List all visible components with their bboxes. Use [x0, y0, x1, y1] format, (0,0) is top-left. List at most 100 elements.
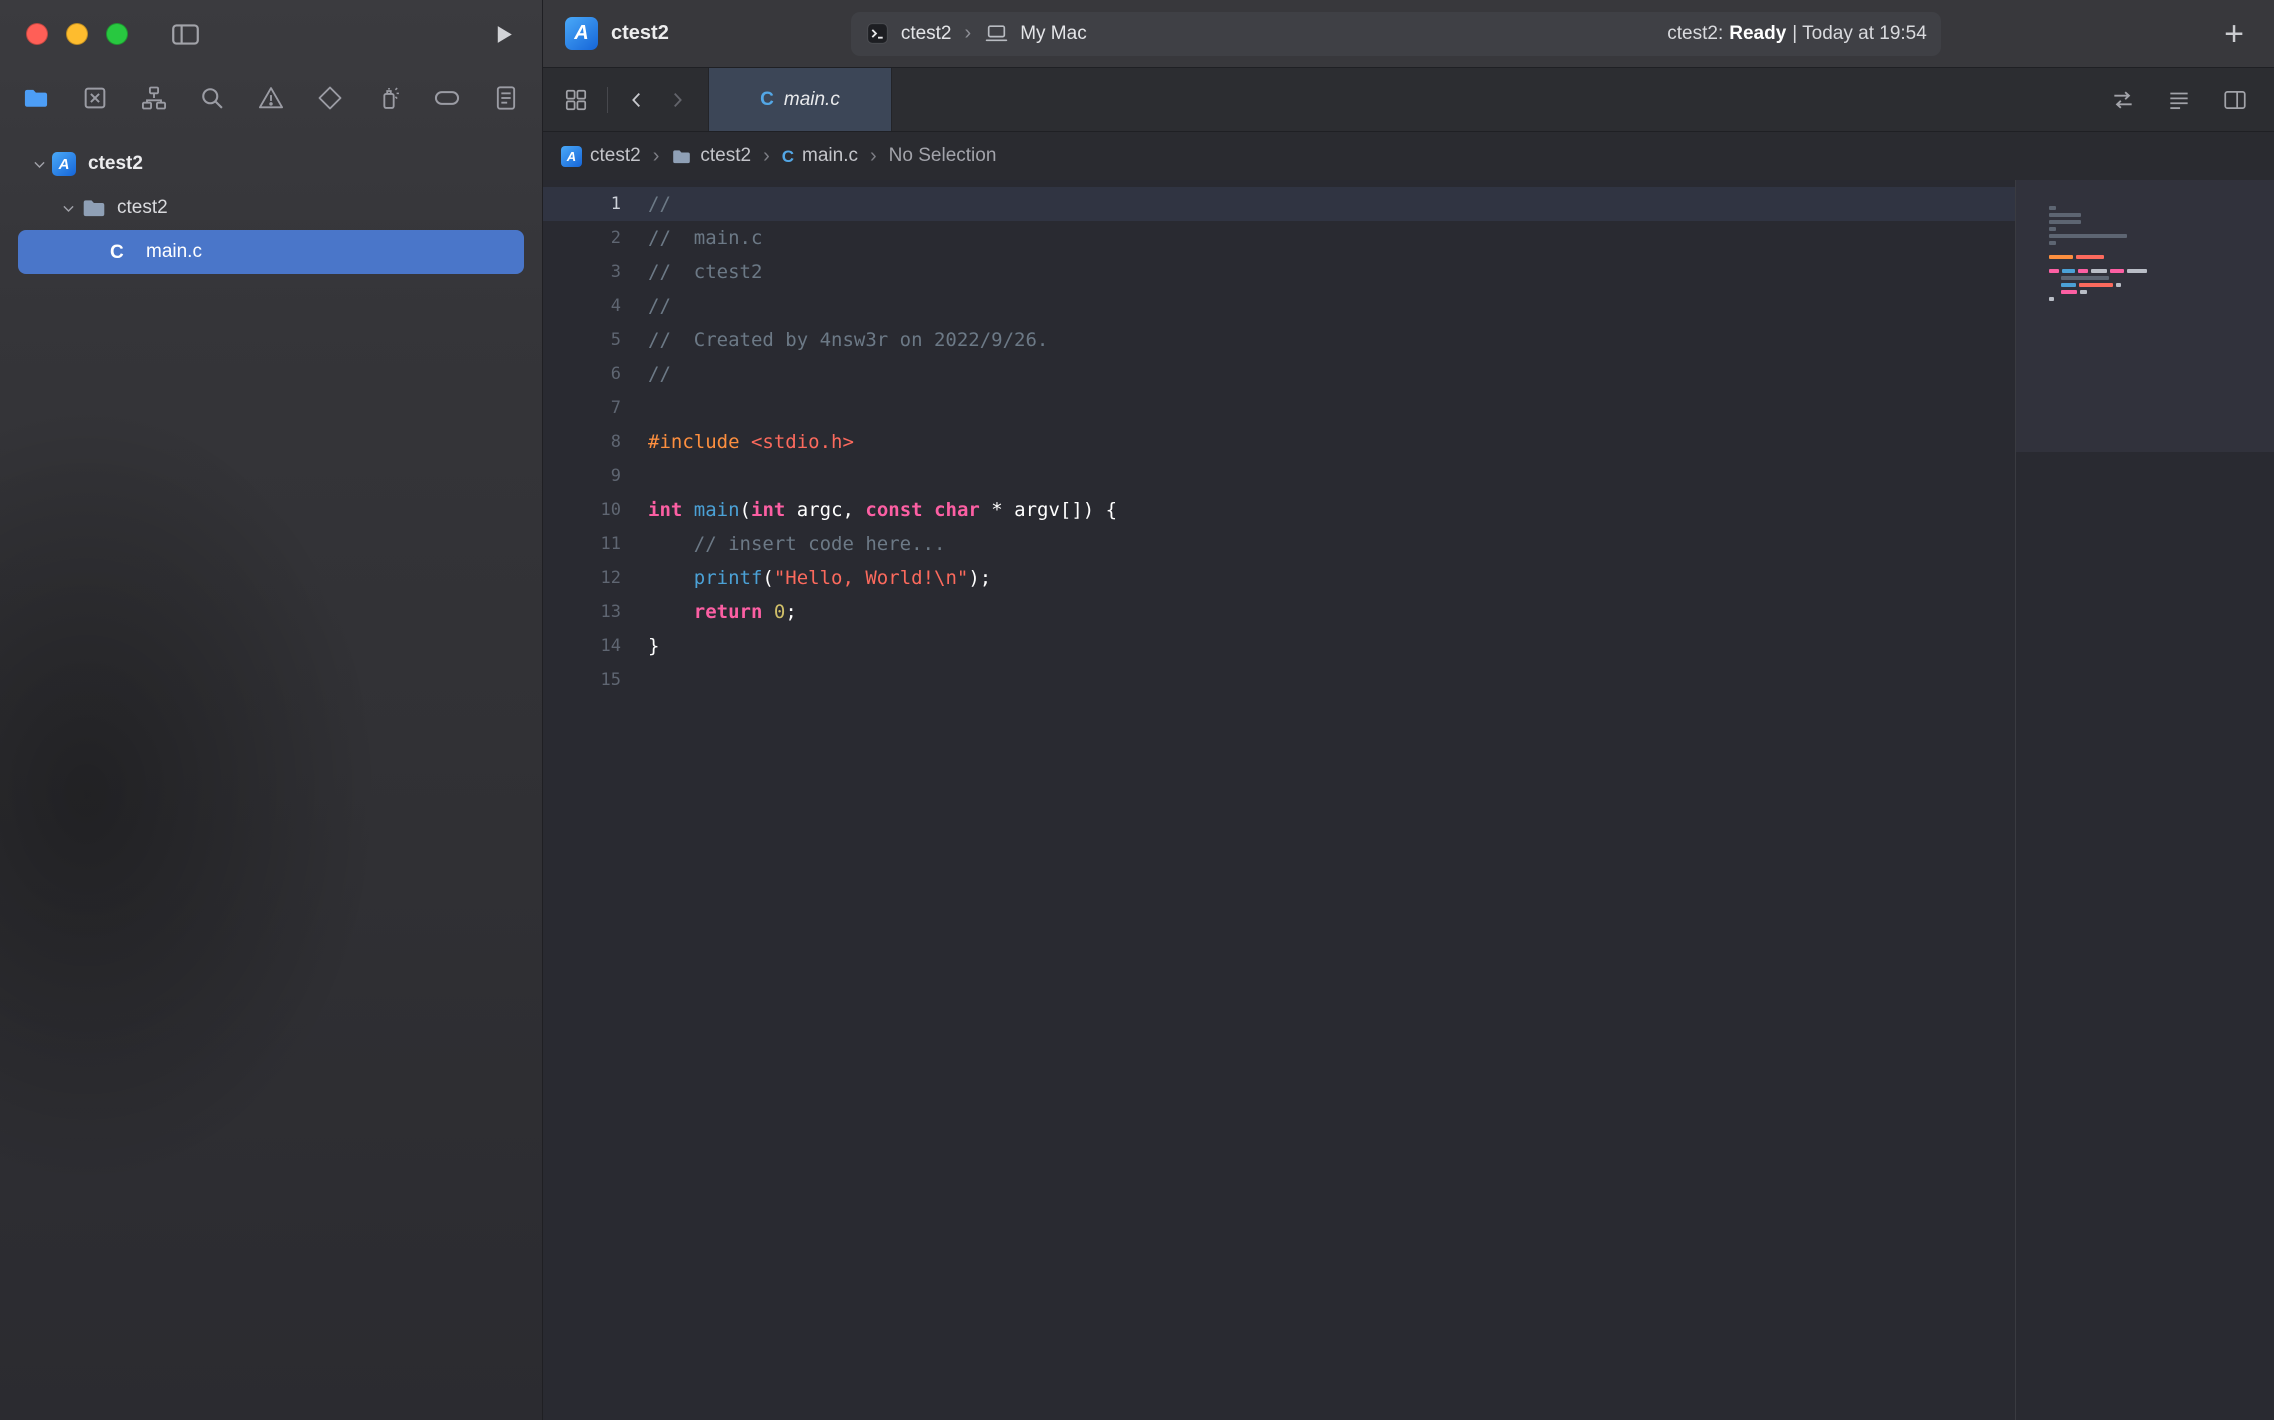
tree-item-main.c[interactable]: Cmain.c	[18, 230, 524, 274]
status-project: ctest2:	[1667, 23, 1723, 45]
line-number[interactable]: 8	[543, 425, 629, 459]
activity-status[interactable]: ctest2: Ready | Today at 19:54	[1667, 23, 1927, 45]
go-back-icon[interactable]	[626, 89, 648, 111]
minimap-segment	[2049, 283, 2058, 287]
scheme-selector[interactable]: ctest2 › My Mac	[865, 21, 1087, 46]
project-navigator-icon[interactable]	[22, 84, 50, 112]
issue-navigator-icon[interactable]	[257, 84, 285, 112]
jumpbar-item[interactable]: Cmain.c	[782, 145, 858, 167]
line-number[interactable]: 6	[543, 357, 629, 391]
line-number[interactable]: 14	[543, 629, 629, 663]
minimap-segment	[2049, 241, 2056, 245]
close-button[interactable]	[26, 23, 48, 45]
breakpoint-navigator-icon[interactable]	[433, 84, 461, 112]
minimap-row	[2049, 302, 2258, 309]
line-number[interactable]: 4	[543, 289, 629, 323]
code-text: // Created by 4nsw3r on 2022/9/26.	[629, 323, 1048, 357]
line-number[interactable]: 2	[543, 221, 629, 255]
xcode-project-icon: A	[561, 146, 582, 167]
line-number[interactable]: 10	[543, 493, 629, 527]
report-navigator-icon[interactable]	[492, 84, 520, 112]
editor-options-icon[interactable]	[2166, 87, 2192, 113]
minimap-segment	[2049, 269, 2059, 273]
minimap-segment	[2061, 283, 2076, 287]
c-file-icon: C	[760, 90, 774, 109]
line-number[interactable]: 12	[543, 561, 629, 595]
token: main	[694, 499, 740, 521]
line-number[interactable]: 5	[543, 323, 629, 357]
minimap-row	[2049, 267, 2258, 274]
token: #include	[648, 431, 740, 453]
token: printf	[694, 567, 763, 589]
library-add-button[interactable]: +	[2216, 17, 2252, 51]
token: char	[934, 499, 980, 521]
terminal-target-icon	[865, 21, 890, 46]
related-items-icon[interactable]	[563, 87, 589, 113]
line-number[interactable]: 9	[543, 459, 629, 493]
line-number[interactable]: 1	[543, 187, 629, 221]
token: return	[694, 601, 763, 623]
source-editor[interactable]: 1//2// main.c3// ctest24//5// Created by…	[543, 180, 2015, 1420]
disclosure-chevron-icon[interactable]	[55, 200, 81, 217]
code-line: 11 // insert code here...	[543, 527, 2015, 561]
scheme-destination-label[interactable]: My Mac	[1020, 23, 1087, 45]
line-number[interactable]: 11	[543, 527, 629, 561]
jumpbar-item[interactable]: No Selection	[889, 145, 997, 167]
go-forward-icon[interactable]	[666, 89, 688, 111]
source-control-navigator-icon[interactable]	[81, 84, 109, 112]
minimap-row	[2049, 274, 2258, 281]
add-editor-icon[interactable]	[2222, 87, 2248, 113]
minimap-segment	[2049, 290, 2058, 294]
minimap-row	[2049, 260, 2258, 267]
zoom-button[interactable]	[106, 23, 128, 45]
minimap[interactable]	[2015, 180, 2274, 1420]
minimap-segment	[2079, 283, 2113, 287]
code-line: 10int main(int argc, const char * argv[]…	[543, 493, 2015, 527]
tab-main-c[interactable]: C main.c	[708, 68, 892, 131]
toolbar: A ctest2 ctest2 › My Mac ctest2: Ready |…	[543, 0, 2274, 68]
line-number[interactable]: 13	[543, 595, 629, 629]
project-file-tree: Actest2ctest2Cmain.c	[0, 128, 542, 274]
code-text: int main(int argc, const char * argv[]) …	[629, 493, 1117, 527]
test-navigator-icon[interactable]	[316, 84, 344, 112]
jumpbar-item[interactable]: Actest2	[561, 145, 641, 167]
sidebar-toggle-icon[interactable]	[170, 19, 201, 50]
minimap-row	[2049, 288, 2258, 295]
code-line: 12 printf("Hello, World!\n");	[543, 561, 2015, 595]
code-review-icon[interactable]	[2110, 87, 2136, 113]
minimap-row	[2049, 225, 2258, 232]
line-number[interactable]: 15	[543, 663, 629, 697]
xcode-project-icon: A	[52, 152, 76, 176]
jumpbar-item[interactable]: ctest2	[671, 145, 751, 167]
editor-content: 1//2// main.c3// ctest24//5// Created by…	[543, 180, 2274, 1420]
navigator-sidebar: Actest2ctest2Cmain.c	[0, 0, 543, 1420]
code-line: 3// ctest2	[543, 255, 2015, 289]
line-number[interactable]: 7	[543, 391, 629, 425]
minimize-button[interactable]	[66, 23, 88, 45]
tree-item-ctest2[interactable]: Actest2	[18, 142, 524, 186]
jumpbar-separator: ›	[761, 145, 772, 168]
folder-icon	[81, 195, 107, 221]
find-navigator-icon[interactable]	[198, 84, 226, 112]
tree-item-ctest2[interactable]: ctest2	[18, 186, 524, 230]
tree-item-label: main.c	[146, 241, 202, 263]
folder-icon	[671, 146, 692, 167]
minimap-segment	[2049, 297, 2054, 301]
minimap-code-preview	[2049, 204, 2258, 309]
token: // insert code here...	[694, 533, 946, 555]
disclosure-chevron-icon[interactable]	[26, 156, 52, 173]
scheme-status-bar: ctest2 › My Mac ctest2: Ready | Today at…	[851, 12, 1941, 56]
code-line: 5// Created by 4nsw3r on 2022/9/26.	[543, 323, 2015, 357]
xcode-project-icon: A	[565, 17, 598, 50]
tab-bar-right-controls	[2084, 68, 2274, 131]
line-number[interactable]: 3	[543, 255, 629, 289]
run-button[interactable]	[491, 22, 516, 47]
symbol-navigator-icon[interactable]	[140, 84, 168, 112]
jumpbar-item-label: No Selection	[889, 145, 997, 167]
token: <stdio.h>	[751, 431, 854, 453]
token: }	[648, 635, 659, 657]
scheme-target-label[interactable]: ctest2	[901, 23, 952, 45]
token	[648, 567, 694, 589]
code-line: 2// main.c	[543, 221, 2015, 255]
debug-navigator-icon[interactable]	[375, 84, 403, 112]
